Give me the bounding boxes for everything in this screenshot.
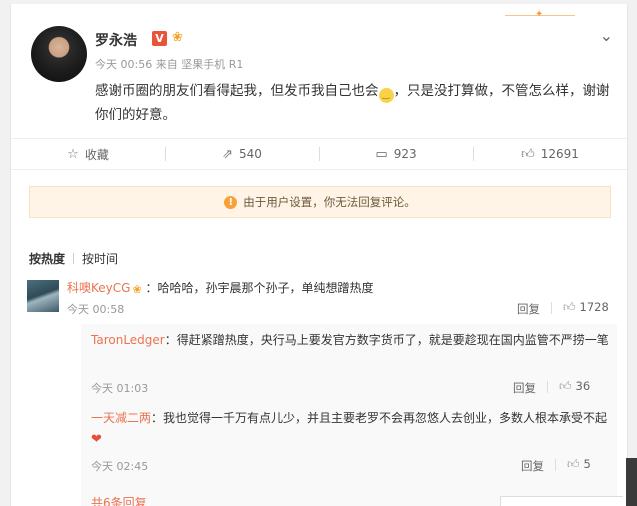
weibo-post-card: ✦ ⌄ 罗永浩 V ❀ 今天 00:56 来自 坚果手机 R1 感谢币圈的朋友们… (10, 4, 628, 506)
sub-reply-button[interactable]: 回复 (513, 380, 536, 396)
sparkle-icon: ✦ (535, 9, 544, 20)
comment-button[interactable]: ▭ 923 (319, 139, 473, 169)
commenter-name[interactable]: 科噢KeyCG (67, 281, 130, 295)
sub-comment-time: 今天 02:45 (91, 460, 149, 473)
header-decoration: ✦ (505, 10, 575, 20)
sub-like-count: 36 (575, 379, 591, 393)
author-name[interactable]: 罗永浩 (95, 30, 137, 50)
forward-button[interactable]: ⇗ 540 (165, 139, 319, 169)
medal-icon: ❀ (132, 283, 142, 296)
comment-like-button[interactable]: 👍︎ 1728 (563, 300, 609, 315)
star-icon: ☆ (67, 146, 79, 162)
comment-count: 923 (393, 147, 417, 161)
thumbs-up-icon: 👍︎ (521, 146, 535, 162)
post-time[interactable]: 今天 00:56 (95, 58, 152, 71)
like-button[interactable]: 👍︎ 12691 (473, 139, 627, 169)
comment-text: ：哈哈哈，孙宇晨那个孙子，单纯想蹭热度 (145, 281, 374, 295)
tab-sort-hot[interactable]: 按热度 (29, 252, 65, 266)
reply-disabled-notice: ! 由于用户设置，你无法回复评论。 (29, 186, 611, 218)
sub-comment-text: ：我也觉得一千万有点儿少，并且主要老罗不会再忽悠人去创业，多数人根本承受不起 (151, 411, 608, 425)
tab-sort-time[interactable]: 按时间 (82, 252, 118, 266)
sub-comments: TaronLedger：得赶紧蹭热度，央行马上要发官方数字货币了，就是要趁现在国… (81, 324, 617, 506)
comment-time: 今天 00:58 (67, 303, 125, 316)
sub-like-button[interactable]: 👍︎ 36 (559, 379, 590, 394)
overlay-panel-edge (500, 496, 623, 506)
forward-count: 540 (239, 147, 262, 161)
post-action-bar: ☆ 收藏 ⇗ 540 ▭ 923 👍︎ 12691 (11, 138, 627, 170)
notice-text: 由于用户设置，你无法回复评论。 (243, 195, 416, 209)
forward-icon: ⇗ (222, 146, 233, 162)
comment-like-count: 1728 (579, 300, 609, 314)
chevron-down-icon[interactable]: ⌄ (600, 26, 613, 45)
smirk-emoji-icon: ‿ (378, 88, 394, 103)
commenter-avatar[interactable] (27, 280, 59, 312)
scrollbar[interactable] (626, 458, 637, 506)
thumbs-up-icon: 👍︎ (567, 457, 580, 471)
sub-comment-1: TaronLedger：得赶紧蹭热度，央行马上要发官方数字货币了，就是要趁现在国… (91, 330, 609, 351)
source-prefix: 来自 (155, 58, 178, 71)
comment-icon: ▭ (375, 146, 388, 162)
author-avatar[interactable] (31, 26, 87, 82)
comment-sort-tabs: 按热度 按时间 (29, 250, 118, 267)
sub-comment-user[interactable]: 一天减二两 (91, 411, 151, 425)
sub-reply-button[interactable]: 回复 (521, 458, 544, 474)
medal-icon: ❀ (172, 30, 183, 45)
like-count: 12691 (540, 147, 579, 161)
post-text-part1: 感谢币圈的朋友们看得起我，但发币我自己也会 (95, 83, 379, 99)
sub-like-button[interactable]: 👍︎ 5 (567, 457, 591, 472)
comment-reply-button[interactable]: 回复 (517, 301, 540, 317)
weibo-page: ✦ ⌄ 罗永浩 V ❀ 今天 00:56 来自 坚果手机 R1 感谢币圈的朋友们… (0, 0, 637, 506)
sub-like-count: 5 (583, 457, 591, 471)
more-replies-link[interactable]: 共6条回复 (91, 494, 147, 506)
post-text: 感谢币圈的朋友们看得起我，但发币我自己也会 ‿ ，只是没打算做，不管怎么样，谢谢你们… (95, 79, 615, 127)
sub-comment-time: 今天 01:03 (91, 382, 149, 395)
sub-comment-user[interactable]: TaronLedger (91, 333, 165, 347)
thumbs-up-icon: 👍︎ (563, 300, 576, 314)
warning-icon: ! (224, 195, 238, 209)
verified-badge: V (152, 31, 167, 46)
favorite-label: 收藏 (84, 147, 109, 162)
post-meta: 今天 00:56 来自 坚果手机 R1 (95, 56, 243, 72)
sub-comment-2: 一天减二两：我也觉得一千万有点儿少，并且主要老罗不会再忽悠人去创业，多数人根本承… (91, 408, 609, 450)
sub-comment-text: ：得赶紧蹭热度，央行马上要发官方数字货币了，就是要趁现在国内监管不严捞一笔 (164, 333, 609, 347)
thumbs-up-icon: 👍︎ (559, 379, 572, 393)
favorite-button[interactable]: ☆ 收藏 (11, 139, 165, 169)
comment-content: 科噢KeyCG ❀ ：哈哈哈，孙宇晨那个孙子，单纯想蹭热度 (67, 279, 373, 296)
post-source[interactable]: 坚果手机 R1 (181, 58, 243, 71)
heart-emoji-icon: ❤ (91, 432, 102, 447)
